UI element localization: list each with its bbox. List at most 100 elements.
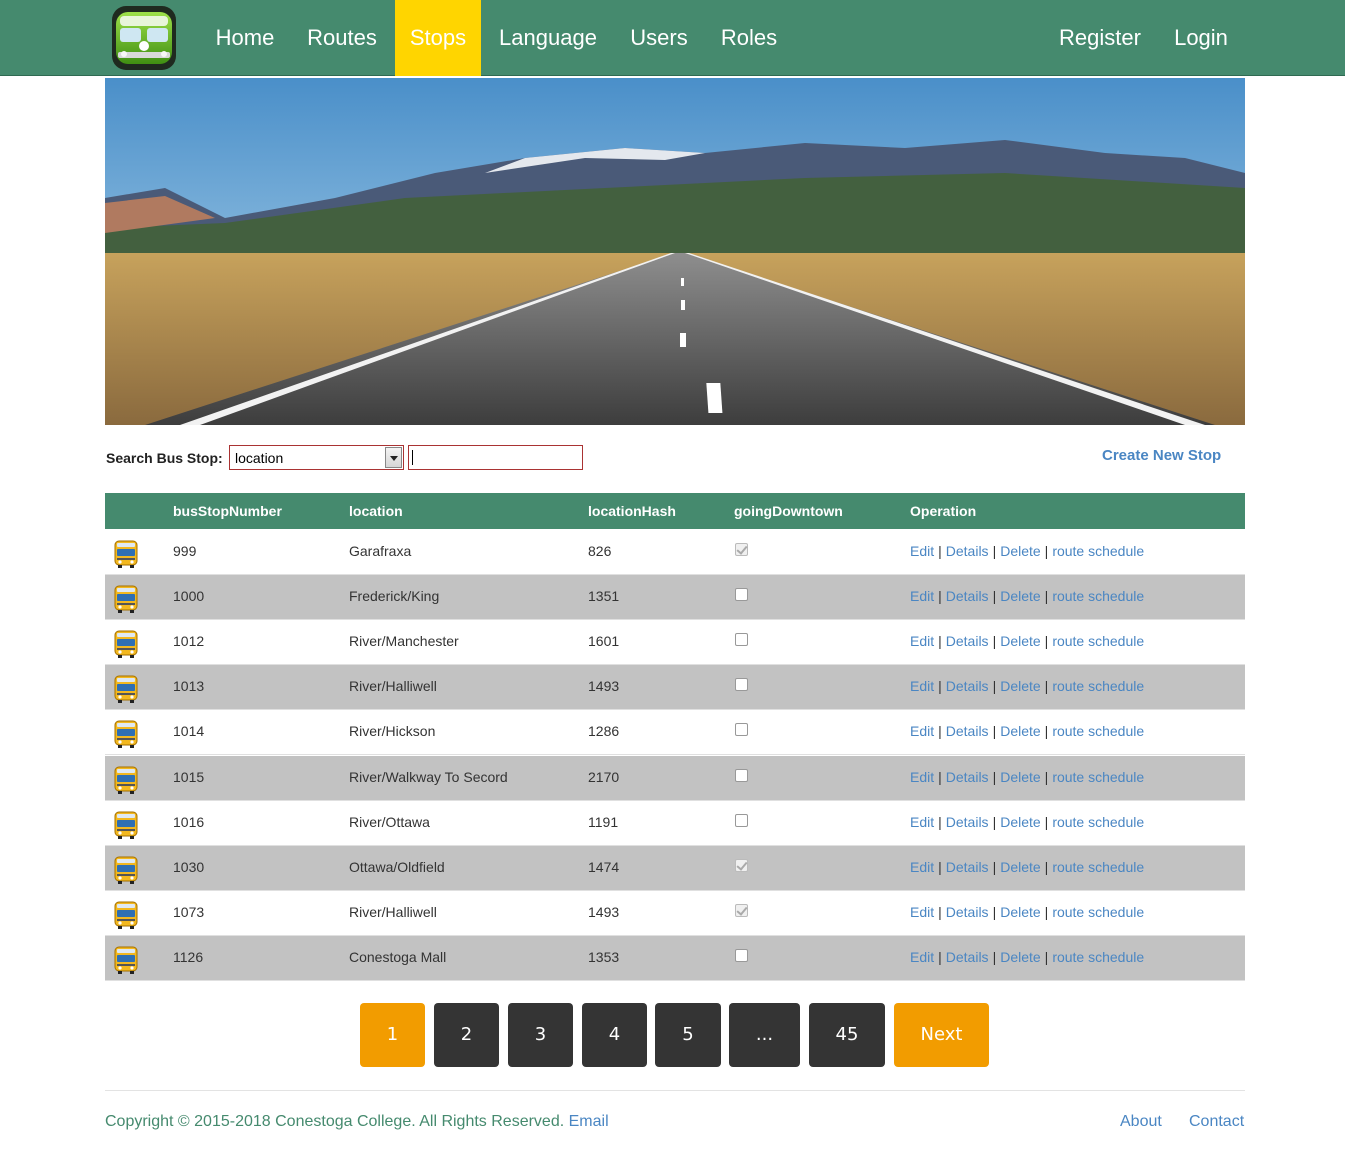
details-link[interactable]: Details [946,588,989,604]
cell-location: River/Hickson [349,723,436,740]
nav-home[interactable]: Home [205,0,285,76]
details-link[interactable]: Details [946,769,989,785]
edit-link[interactable]: Edit [910,633,934,649]
page-button-2[interactable]: 2 [434,1003,499,1067]
separator: | [938,588,942,605]
delete-link[interactable]: Delete [1000,769,1040,785]
cell-bus-stop-number: 999 [173,543,197,559]
create-new-stop-link[interactable]: Create New Stop [1102,447,1221,464]
details-link[interactable]: Details [946,904,989,920]
cell-location-hash: 1493 [588,678,620,695]
going-downtown-checkbox [735,813,748,827]
edit-link[interactable]: Edit [910,723,934,739]
edit-link[interactable]: Edit [910,859,934,875]
email-link[interactable]: Email [569,1113,609,1130]
route-schedule-link[interactable]: route schedule [1052,543,1144,559]
route-schedule-link[interactable]: route schedule [1052,904,1144,920]
page-button-4[interactable]: 4 [582,1003,647,1067]
nav-routes[interactable]: Routes [297,0,387,76]
table-row: 1073 River/Halliwell 1493 Edit | Details | Dele… [105,891,1245,936]
nav-language[interactable]: Language [491,0,605,76]
separator: | [992,903,997,920]
search-field-select[interactable]: location [229,445,404,470]
route-schedule-link[interactable]: route schedule [1052,723,1144,739]
cell-location: River/Walkway To Secord [349,768,508,785]
nav-users[interactable]: Users [620,0,698,76]
delete-link[interactable]: Delete [1000,633,1040,649]
separator: | [1044,903,1049,920]
separator: | [938,858,942,875]
table-row: 999 Garafraxa 826 Edit | Details | Delete | route… [105,530,1245,575]
bus-icon [114,540,138,568]
edit-link[interactable]: Edit [910,904,934,920]
cell-location-hash: 1351 [588,588,620,605]
edit-link[interactable]: Edit [910,588,934,604]
cell-location: River/Ottawa [349,813,430,830]
bus-icon [114,675,138,704]
nav-stops[interactable]: Stops [395,0,481,76]
delete-link[interactable]: Delete [1000,723,1040,739]
route-schedule-link[interactable]: route schedule [1052,588,1144,604]
delete-link[interactable]: Delete [1000,814,1040,830]
next-page-button[interactable]: Next [894,1003,989,1067]
details-link[interactable]: Details [946,723,989,739]
details-link[interactable]: Details [946,859,989,875]
nav-register[interactable]: Register [1050,0,1150,76]
cell-bus-stop-number: 1073 [173,903,205,920]
route-schedule-link[interactable]: route schedule [1052,859,1144,875]
header-location[interactable]: location [349,503,403,519]
header-bus-stop-number[interactable]: busStopNumber [173,503,282,519]
edit-link[interactable]: Edit [910,769,934,785]
separator: | [938,948,942,965]
delete-link[interactable]: Delete [1000,588,1040,604]
top-navbar: Home Routes Stops Language Users Roles R… [0,0,1345,76]
search-input[interactable] [408,445,583,470]
bus-logo-icon[interactable] [110,4,178,72]
cell-location: Conestoga Mall [349,948,447,965]
details-link[interactable]: Details [946,543,989,559]
contact-link[interactable]: Contact [1189,1113,1244,1131]
cell-bus-stop-number: 1000 [173,588,205,605]
row-operations: Edit | Details | Delete | route schedule [910,949,1144,965]
nav-login[interactable]: Login [1165,0,1237,76]
delete-link[interactable]: Delete [1000,859,1040,875]
chevron-down-icon[interactable] [385,447,402,468]
delete-link[interactable]: Delete [1000,678,1040,694]
page-button-5[interactable]: 5 [655,1003,721,1067]
going-downtown-checkbox [735,543,748,556]
going-downtown-checkbox [735,858,748,872]
delete-link[interactable]: Delete [1000,904,1040,920]
nav-roles[interactable]: Roles [712,0,786,76]
bus-icon [114,811,138,839]
cell-location-hash: 2170 [588,768,620,785]
separator: | [1044,678,1049,695]
header-going-downtown[interactable]: goingDowntown [734,503,843,519]
row-operations: Edit | Details | Delete | route schedule [910,904,1144,920]
delete-link[interactable]: Delete [1000,543,1040,559]
page-button-1[interactable]: 1 [360,1003,425,1067]
header-location-hash[interactable]: locationHash [588,503,676,519]
copyright: Copyright © 2015-2018 Conestoga College.… [105,1113,609,1131]
route-schedule-link[interactable]: route schedule [1052,633,1144,649]
edit-link[interactable]: Edit [910,678,934,694]
separator: | [1044,858,1049,875]
details-link[interactable]: Details [946,678,989,694]
page-button-45[interactable]: 45 [809,1003,885,1067]
details-link[interactable]: Details [946,814,989,830]
delete-link[interactable]: Delete [1000,949,1040,965]
edit-link[interactable]: Edit [910,814,934,830]
separator: | [1044,723,1049,740]
details-link[interactable]: Details [946,949,989,965]
about-link[interactable]: About [1120,1113,1162,1131]
edit-link[interactable]: Edit [910,949,934,965]
route-schedule-link[interactable]: route schedule [1052,678,1144,694]
separator: | [1044,948,1049,965]
page-button-3[interactable]: 3 [508,1003,573,1067]
route-schedule-link[interactable]: route schedule [1052,814,1144,830]
route-schedule-link[interactable]: route schedule [1052,949,1144,965]
details-link[interactable]: Details [946,633,989,649]
table-row: 1016 River/Ottawa 1191 Edit | Details | Delete |… [105,801,1245,846]
edit-link[interactable]: Edit [910,543,934,559]
cell-location-hash: 1191 [588,813,619,830]
route-schedule-link[interactable]: route schedule [1052,769,1144,785]
